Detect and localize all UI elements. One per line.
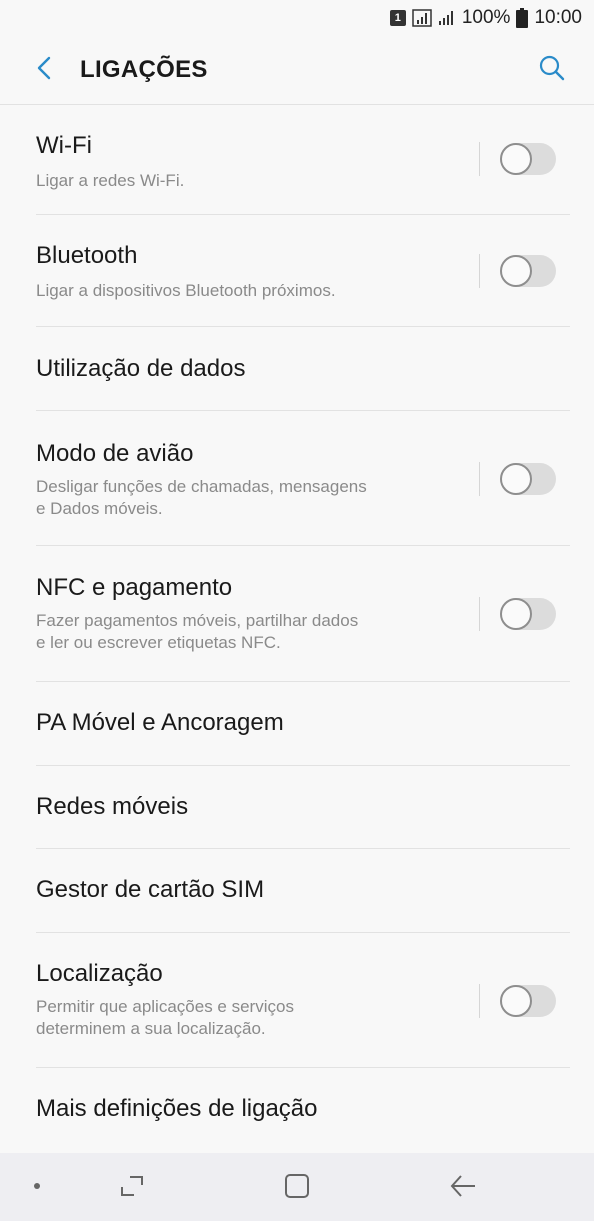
airplane-toggle[interactable]: [500, 463, 556, 495]
sim-badge: 1: [389, 10, 406, 26]
separator: [479, 984, 480, 1018]
setting-title: PA Móvel e Ancoragem: [36, 709, 284, 736]
back-button[interactable]: [24, 50, 64, 90]
setting-subtitle: Ligar a dispositivos Bluetooth próximos.: [36, 281, 336, 300]
setting-wifi[interactable]: Wi-Fi Ligar a redes Wi-Fi.: [0, 104, 594, 214]
setting-title: NFC e pagamento: [36, 574, 233, 601]
toggle-knob: [500, 255, 532, 287]
setting-subtitle-line2: e ler ou escrever etiquetas NFC.: [36, 633, 281, 652]
toggle-knob: [500, 985, 532, 1017]
home-button[interactable]: [282, 1171, 312, 1206]
setting-nfc[interactable]: NFC e pagamento Fazer pagamentos móveis,…: [0, 545, 594, 681]
wifi-toggle[interactable]: [500, 143, 556, 175]
setting-hotspot-tethering[interactable]: PA Móvel e Ancoragem: [0, 681, 594, 765]
toggle-knob: [500, 143, 532, 175]
setting-sim-manager[interactable]: Gestor de cartão SIM: [0, 848, 594, 932]
toggle-knob: [500, 463, 532, 495]
setting-subtitle-line1: Permitir que aplicações e serviços: [36, 997, 294, 1016]
divider: [36, 545, 570, 546]
separator: [479, 254, 480, 288]
divider: [36, 681, 570, 682]
setting-title: Redes móveis: [36, 793, 189, 820]
bluetooth-toggle[interactable]: [500, 255, 556, 287]
setting-subtitle-line2: determinem a sua localização.: [36, 1019, 266, 1038]
divider: [36, 765, 570, 766]
divider: [36, 848, 570, 849]
signal-box-icon: [412, 9, 432, 27]
recent-apps-icon: [116, 1176, 148, 1207]
setting-subtitle-line1: Fazer pagamentos móveis, partilhar dados: [36, 611, 359, 630]
clock: 10:00: [534, 7, 582, 28]
setting-title: Gestor de cartão SIM: [36, 876, 265, 903]
chevron-left-icon: [36, 56, 52, 85]
setting-title: Wi-Fi: [36, 132, 92, 159]
back-nav-button[interactable]: [448, 1173, 478, 1204]
setting-title: Utilização de dados: [36, 355, 246, 382]
separator: [479, 597, 480, 631]
battery-percent: 100%: [461, 7, 511, 28]
setting-data-usage[interactable]: Utilização de dados: [0, 326, 594, 410]
arrow-left-icon: [448, 1175, 478, 1203]
settings-list: Wi-Fi Ligar a redes Wi-Fi. Bluetooth Lig…: [0, 104, 594, 1151]
status-bar: 1 100% 10:00: [0, 0, 594, 36]
setting-title: Mais definições de ligação: [36, 1095, 318, 1122]
setting-location[interactable]: Localização Permitir que aplicações e se…: [0, 932, 594, 1067]
toggle-knob: [500, 598, 532, 630]
divider: [36, 326, 570, 327]
separator: [479, 462, 480, 496]
search-button[interactable]: [532, 50, 572, 90]
battery-icon: [516, 8, 529, 28]
nfc-toggle[interactable]: [500, 598, 556, 630]
setting-subtitle-line2: e Dados móveis.: [36, 499, 163, 518]
setting-subtitle-line1: Desligar funções de chamadas, mensagens: [36, 477, 367, 496]
divider: [36, 410, 570, 411]
navigation-bar: [0, 1153, 594, 1221]
setting-more-connection[interactable]: Mais definições de ligação: [0, 1067, 594, 1151]
setting-title: Modo de avião: [36, 440, 194, 467]
search-icon: [538, 54, 566, 87]
home-icon: [282, 1174, 312, 1205]
divider: [36, 214, 570, 215]
divider: [36, 932, 570, 933]
recent-apps-button[interactable]: [116, 1169, 148, 1208]
app-bar: LIGAÇÕES: [0, 36, 594, 104]
divider: [36, 1067, 570, 1068]
signal-bars-icon: [438, 10, 456, 26]
divider: [0, 104, 594, 105]
setting-title: Bluetooth: [36, 242, 138, 269]
setting-subtitle: Ligar a redes Wi-Fi.: [36, 171, 185, 190]
nav-dot-indicator: [34, 1183, 40, 1189]
separator: [479, 142, 480, 176]
setting-bluetooth[interactable]: Bluetooth Ligar a dispositivos Bluetooth…: [0, 214, 594, 326]
location-toggle[interactable]: [500, 985, 556, 1017]
setting-mobile-networks[interactable]: Redes móveis: [0, 765, 594, 848]
page-title: LIGAÇÕES: [80, 56, 208, 83]
setting-title: Localização: [36, 960, 163, 987]
setting-airplane-mode[interactable]: Modo de avião Desligar funções de chamad…: [0, 410, 594, 545]
